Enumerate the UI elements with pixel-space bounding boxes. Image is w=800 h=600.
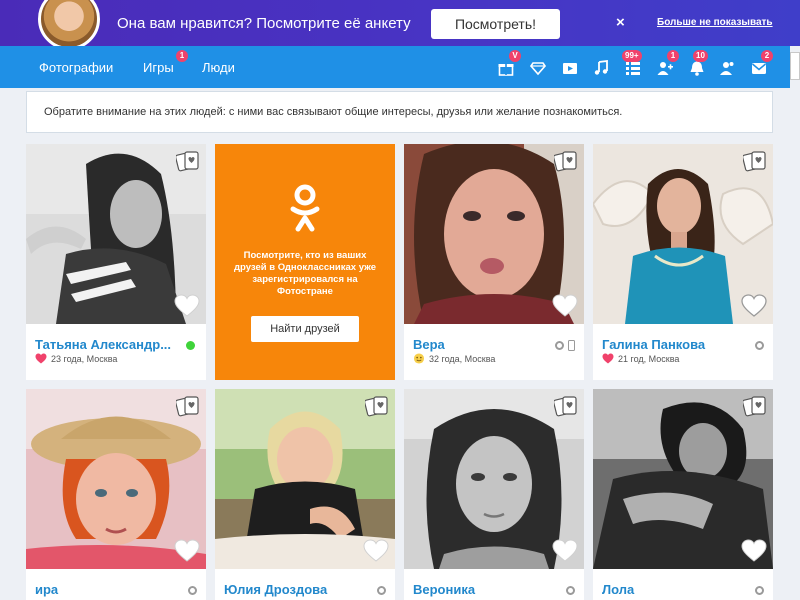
cards-icon[interactable]	[176, 395, 200, 417]
profile-age-city: 21 год, Москва	[618, 354, 680, 364]
profile-name[interactable]: Вера	[413, 337, 445, 352]
gift-badge: V	[509, 50, 521, 62]
heart-icon	[602, 353, 614, 364]
heart-icon[interactable]	[363, 539, 389, 563]
profile-name[interactable]: Лола	[602, 582, 634, 597]
list-icon[interactable]	[625, 60, 641, 76]
diamond-icon[interactable]	[530, 60, 546, 76]
heart-icon[interactable]	[741, 539, 767, 563]
profile-meta: 32 года, Москва	[413, 353, 495, 364]
cards-icon[interactable]	[554, 395, 578, 417]
offline-status-icon	[755, 341, 764, 350]
mail-badge: 2	[761, 50, 773, 62]
heart-icon[interactable]	[741, 294, 767, 318]
offline-status-icon	[555, 341, 564, 350]
profile-card[interactable]: Юлия Дроздова	[215, 389, 395, 600]
offline-status-icon	[188, 586, 197, 595]
guests-icon[interactable]	[719, 60, 735, 76]
promo-avatar[interactable]	[38, 0, 100, 50]
heart-icon[interactable]	[174, 539, 200, 563]
cards-icon[interactable]	[743, 150, 767, 172]
offline-status-icon	[566, 586, 575, 595]
profile-card[interactable]: Татьяна Александр... 23 года, Москва	[26, 144, 206, 380]
cards-icon[interactable]	[743, 395, 767, 417]
profile-name[interactable]: ира	[35, 582, 58, 597]
online-status-icon	[186, 341, 195, 350]
recommendation-notice: Обратите внимание на этих людей: с ними …	[26, 91, 773, 133]
scroll-handle[interactable]	[790, 52, 800, 80]
friends-icon[interactable]	[657, 60, 673, 76]
offline-status-icon	[377, 586, 386, 595]
odnoklassniki-promo-card: Посмотрите, кто из ваших друзей в Однокл…	[215, 144, 395, 380]
profile-card[interactable]: Галина Панкова 21 год, Москва	[593, 144, 773, 380]
video-icon[interactable]	[562, 60, 578, 76]
profile-card[interactable]: Вера 32 года, Москва	[404, 144, 584, 380]
profile-name[interactable]: Галина Панкова	[602, 337, 705, 352]
mail-icon[interactable]	[751, 60, 767, 76]
find-friends-button[interactable]: Найти друзей	[251, 316, 359, 342]
gift-icon[interactable]	[498, 60, 514, 76]
mobile-icon	[568, 340, 575, 351]
promo-text: Она вам нравится? Посмотрите её анкету	[117, 15, 411, 32]
heart-icon[interactable]	[552, 294, 578, 318]
games-badge: 1	[176, 50, 188, 62]
smile-icon	[413, 353, 425, 364]
heart-icon[interactable]	[552, 539, 578, 563]
nav-games[interactable]: Игры	[143, 60, 174, 75]
promo-banner: Она вам нравится? Посмотрите её анкету П…	[0, 0, 800, 50]
heart-icon[interactable]	[174, 294, 200, 318]
view-profile-button[interactable]: Посмотреть!	[431, 9, 560, 39]
odnoklassniki-logo-icon	[290, 184, 320, 232]
cards-icon[interactable]	[554, 150, 578, 172]
profile-meta: 23 года, Москва	[35, 353, 117, 364]
profile-card[interactable]: Вероника	[404, 389, 584, 600]
profile-card[interactable]: ира	[26, 389, 206, 600]
music-icon[interactable]	[593, 60, 609, 76]
profile-name[interactable]: Татьяна Александр...	[35, 337, 171, 352]
nav-photos[interactable]: Фотографии	[39, 60, 113, 75]
nav-people[interactable]: Люди	[202, 60, 235, 75]
cards-icon[interactable]	[365, 395, 389, 417]
profile-name[interactable]: Юлия Дроздова	[224, 582, 327, 597]
list-badge: 99+	[622, 50, 642, 62]
cards-icon[interactable]	[176, 150, 200, 172]
bell-icon[interactable]	[689, 60, 705, 76]
profile-meta: 21 год, Москва	[602, 353, 679, 364]
profile-card[interactable]: Лола	[593, 389, 773, 600]
odnoklassniki-promo-text: Посмотрите, кто из ваших друзей в Однокл…	[233, 250, 377, 297]
bell-badge: 10	[693, 50, 708, 62]
offline-status-icon	[755, 586, 764, 595]
friends-badge: 1	[667, 50, 679, 62]
close-icon[interactable]: ×	[616, 14, 625, 31]
profile-age-city: 32 года, Москва	[429, 354, 496, 364]
heart-icon	[35, 353, 47, 364]
hide-promo-link[interactable]: Больше не показывать	[657, 17, 773, 28]
profile-name[interactable]: Вероника	[413, 582, 475, 597]
profile-age-city: 23 года, Москва	[51, 354, 118, 364]
